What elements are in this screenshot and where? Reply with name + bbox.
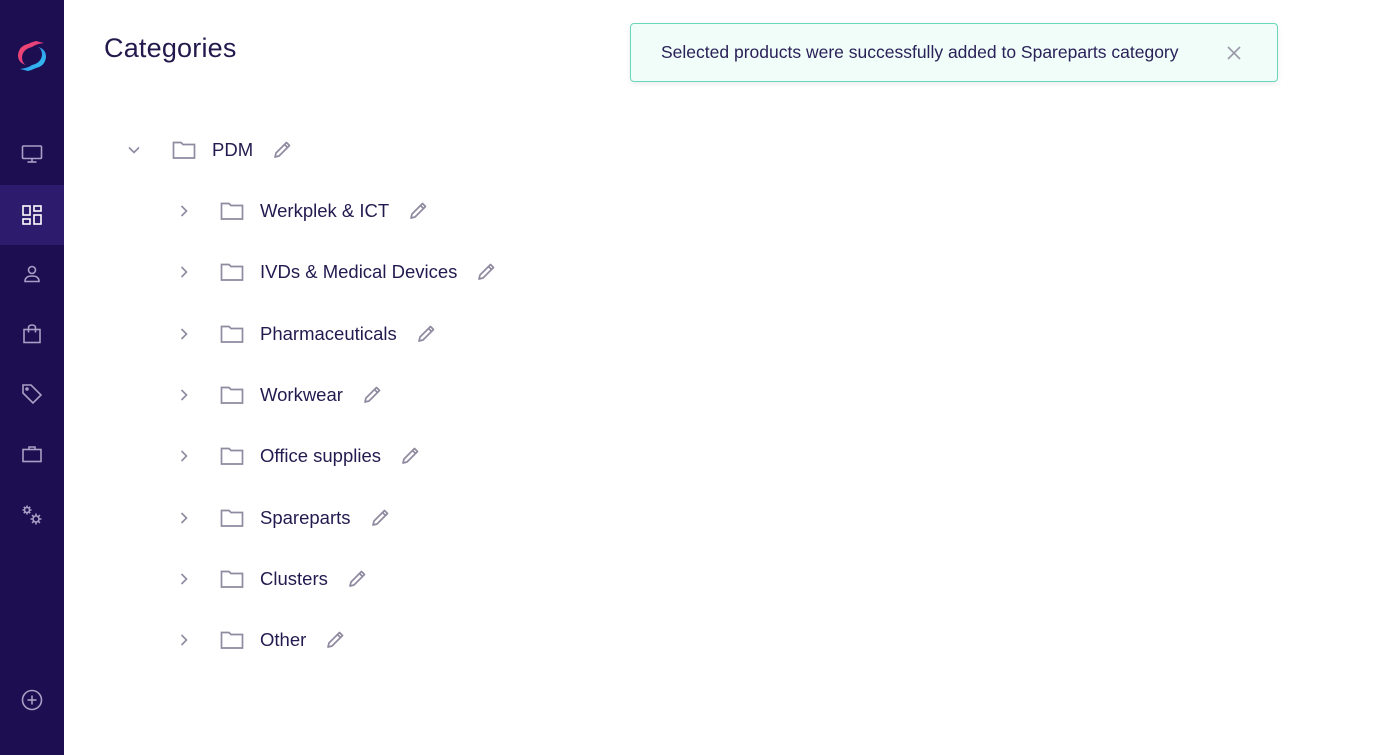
pencil-icon xyxy=(327,631,344,648)
tree-node-label[interactable]: Pharmaceuticals xyxy=(260,323,397,345)
tree-node-label[interactable]: Workwear xyxy=(260,384,343,406)
folder-icon xyxy=(220,629,246,651)
folder-icon xyxy=(220,507,246,529)
edit-button[interactable] xyxy=(415,323,437,345)
add-button[interactable] xyxy=(0,670,64,730)
expand-toggle[interactable] xyxy=(174,385,194,405)
folder-icon xyxy=(220,445,246,467)
sidebar-item-orders[interactable] xyxy=(0,304,64,364)
expand-toggle[interactable] xyxy=(174,508,194,528)
user-icon xyxy=(24,265,40,283)
edit-button[interactable] xyxy=(369,507,391,529)
expand-toggle[interactable] xyxy=(174,262,194,282)
chevron-right-icon xyxy=(180,512,188,524)
edit-button[interactable] xyxy=(475,261,497,283)
sidebar-item-dashboard[interactable] xyxy=(0,124,64,184)
plus-circle-icon xyxy=(21,689,43,711)
tree-node-spareparts: Spareparts xyxy=(174,503,391,533)
chevron-right-icon xyxy=(180,328,188,340)
sidebar-item-suppliers[interactable] xyxy=(0,424,64,484)
sidebar-item-categories[interactable] xyxy=(0,185,64,245)
pencil-icon xyxy=(364,386,381,403)
app-logo-icon[interactable] xyxy=(14,37,50,75)
tree-node-root: PDM xyxy=(124,135,293,165)
tree-node-clusters: Clusters xyxy=(174,564,368,594)
chevron-right-icon xyxy=(180,450,188,462)
gears-icon xyxy=(22,505,42,525)
chevron-right-icon xyxy=(180,266,188,278)
expand-toggle[interactable] xyxy=(174,446,194,466)
tree-node-ivds-medical-devices: IVDs & Medical Devices xyxy=(174,257,497,287)
pencil-icon xyxy=(402,447,419,464)
edit-button[interactable] xyxy=(324,629,346,651)
folder-icon xyxy=(220,568,246,590)
tree-node-label[interactable]: Other xyxy=(260,629,306,651)
tree-node-label[interactable]: IVDs & Medical Devices xyxy=(260,261,457,283)
expand-toggle[interactable] xyxy=(174,201,194,221)
tree-node-label[interactable]: Spareparts xyxy=(260,507,351,529)
chevron-right-icon xyxy=(180,205,188,217)
sidebar xyxy=(0,0,64,755)
close-icon xyxy=(1227,46,1241,60)
folder-icon xyxy=(172,139,198,161)
dashboard-grid-icon xyxy=(22,205,42,225)
toast-close-button[interactable] xyxy=(1225,44,1243,62)
success-toast: Selected products were successfully adde… xyxy=(630,23,1278,82)
tree-node-label[interactable]: PDM xyxy=(212,139,253,161)
expand-toggle[interactable] xyxy=(174,630,194,650)
folder-icon xyxy=(220,384,246,406)
shopping-bag-icon xyxy=(23,324,41,344)
edit-button[interactable] xyxy=(346,568,368,590)
briefcase-icon xyxy=(22,446,42,463)
toast-message: Selected products were successfully adde… xyxy=(661,42,1179,62)
edit-button[interactable] xyxy=(407,200,429,222)
chevron-right-icon xyxy=(180,573,188,585)
edit-button[interactable] xyxy=(361,384,383,406)
tree-node-werkplek-ict: Werkplek & ICT xyxy=(174,196,429,226)
pencil-icon xyxy=(478,263,495,280)
pencil-icon xyxy=(417,325,435,342)
tree-node-workwear: Workwear xyxy=(174,380,383,410)
sidebar-item-settings[interactable] xyxy=(0,485,64,545)
tree-node-label[interactable]: Office supplies xyxy=(260,445,381,467)
tree-node-pharmaceuticals: Pharmaceuticals xyxy=(174,319,437,349)
sidebar-item-products[interactable] xyxy=(0,364,64,424)
chevron-down-icon xyxy=(128,146,140,154)
chevron-right-icon xyxy=(180,634,188,646)
expand-toggle[interactable] xyxy=(174,324,194,344)
folder-icon xyxy=(220,261,246,283)
sidebar-item-users[interactable] xyxy=(0,244,64,304)
edit-button[interactable] xyxy=(399,445,421,467)
page-title: Categories xyxy=(104,33,237,63)
pencil-icon xyxy=(410,202,427,219)
expand-toggle[interactable] xyxy=(174,569,194,589)
folder-icon xyxy=(220,323,246,345)
edit-button[interactable] xyxy=(271,139,293,161)
monitor-icon xyxy=(21,145,43,163)
pencil-icon xyxy=(371,509,388,526)
tree-node-label[interactable]: Clusters xyxy=(260,568,328,590)
collapse-toggle[interactable] xyxy=(124,140,144,160)
tree-node-label[interactable]: Werkplek & ICT xyxy=(260,200,389,222)
tree-node-other: Other xyxy=(174,625,346,655)
chevron-right-icon xyxy=(180,389,188,401)
pencil-icon xyxy=(349,570,366,587)
tag-icon xyxy=(22,384,43,405)
tree-node-office-supplies: Office supplies xyxy=(174,441,421,471)
folder-icon xyxy=(220,200,246,222)
pencil-icon xyxy=(274,141,291,158)
